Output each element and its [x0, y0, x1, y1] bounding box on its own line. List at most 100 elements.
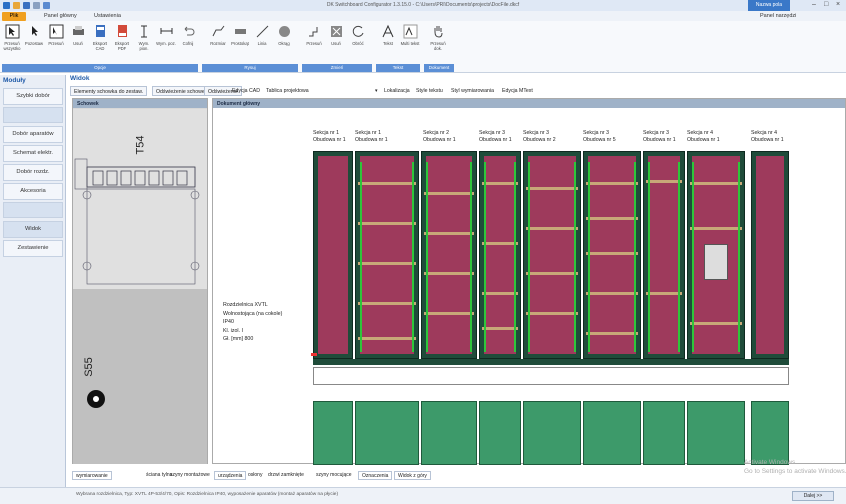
move-shape-icon: [308, 27, 317, 37]
horizontal-dimension-icon: [160, 28, 172, 34]
layer-doors-closed[interactable]: drzwi zamknięte: [268, 472, 304, 478]
cabinet[interactable]: [479, 151, 521, 359]
ribbon-move-all-button[interactable]: Przesuń wszystko: [2, 24, 22, 51]
module-separator: [3, 202, 63, 218]
cad-file-icon: [95, 25, 105, 37]
cabinet-lower[interactable]: [355, 401, 419, 465]
module-accessories[interactable]: Akcesoria: [3, 183, 63, 200]
ribbon-label: Przesuń: [48, 41, 64, 46]
layer-mounting-rails[interactable]: szyny montażowe: [170, 472, 210, 478]
clipboard-title: Schowek: [73, 99, 207, 108]
ribbon-export-cad-button[interactable]: Eksport CAD: [90, 24, 110, 51]
ribbon-export-pdf-button[interactable]: Eksport PDF: [112, 24, 132, 51]
ribbon-group-rysuj: Rysuj: [202, 64, 298, 72]
layer-covers[interactable]: osłony: [248, 472, 262, 478]
ribbon-multitext-button[interactable]: Multi tekst: [400, 24, 420, 46]
ribbon-line-button[interactable]: Linia: [252, 24, 272, 46]
ribbon-circle-button[interactable]: Okrąg: [274, 24, 294, 46]
tab-project-board[interactable]: Tablica projektowa: [266, 88, 309, 94]
ribbon-delete-button[interactable]: Usuń: [68, 24, 88, 46]
ribbon-label: Pozostaw: [24, 41, 44, 46]
tab-clipboard-elements[interactable]: Elementy schowka do zestaw.: [70, 86, 148, 96]
ribbon-move-doc-button[interactable]: Przesuń dok.: [428, 24, 448, 51]
cabinet-lower[interactable]: [583, 401, 641, 465]
minimize-icon[interactable]: –: [812, 1, 816, 8]
layer-back-wall[interactable]: ściana tylna: [146, 472, 172, 478]
menu-bar: Plik Panel główny Ustawienia Panel narzę…: [0, 11, 846, 21]
cabinet-lower[interactable]: [751, 401, 789, 465]
layer-devices[interactable]: urządzenia: [214, 471, 247, 480]
tab-mtext-edit[interactable]: Edycja MText: [502, 88, 533, 94]
section-label: Sekcja nr 3 Obudowa nr 1: [479, 130, 512, 143]
ribbon-move-button[interactable]: Przesuń: [46, 24, 66, 46]
layer-top-view[interactable]: Widok z góry: [394, 471, 431, 480]
cabinet-lower[interactable]: [643, 401, 685, 465]
ribbon-rotate-button[interactable]: Obróć: [348, 24, 368, 46]
ribbon-label: Obróć: [352, 41, 364, 46]
module-apparatus[interactable]: Dobór aparatów: [3, 126, 63, 143]
ribbon-undo-button[interactable]: Cofnij: [178, 24, 198, 46]
tab-cad-edit[interactable]: Edycja CAD: [232, 88, 260, 94]
clipboard-label-s55: S55: [82, 357, 95, 377]
document-title: Dokument główny: [213, 99, 845, 108]
cabinet[interactable]: [687, 151, 745, 359]
ribbon-move-shape-button[interactable]: Przesuń: [304, 24, 324, 46]
printer-icon: [72, 26, 84, 35]
cabinet[interactable]: [421, 151, 477, 359]
ribbon-group-tekst: Tekst: [376, 64, 420, 72]
tab-text-styles[interactable]: Style tekstu: [416, 88, 443, 94]
module-view[interactable]: Widok: [3, 221, 63, 238]
cabinet-lower[interactable]: [479, 401, 521, 465]
tab-refresh-clipboard[interactable]: Odświeżenie schowek: [152, 86, 212, 96]
tab-panel-glowny[interactable]: Panel główny: [40, 12, 81, 21]
clipboard-drawing[interactable]: [73, 109, 207, 464]
cabinet[interactable]: [583, 151, 641, 359]
ribbon-horizontal-dim-button[interactable]: Wym. poz.: [156, 24, 176, 46]
tab-panel-narzedzi[interactable]: Panel narzędzi: [756, 12, 800, 21]
cabinet-lower[interactable]: [687, 401, 745, 465]
plinth: [313, 359, 789, 365]
ribbon-label: Usuń: [73, 41, 83, 46]
undo-arrow-icon: [184, 26, 194, 36]
file-tab[interactable]: Plik: [2, 12, 26, 21]
maximize-icon[interactable]: □: [824, 1, 828, 8]
section-label: Sekcja nr 3 Obudowa nr 2: [523, 130, 556, 143]
cabinet[interactable]: [751, 151, 789, 359]
highlight-button[interactable]: Nazwa pola: [748, 0, 790, 11]
ribbon-rectangle-button[interactable]: Prostokąt: [230, 24, 250, 46]
section-label: Sekcja nr 4 Obudowa nr 1: [751, 130, 784, 143]
tab-ustawienia[interactable]: Ustawienia: [90, 12, 125, 21]
ribbon-delete-shape-button[interactable]: Usuń: [326, 24, 346, 46]
module-quick-select[interactable]: Szybki dobór: [3, 88, 63, 105]
cabinet[interactable]: [313, 151, 353, 359]
cabinet[interactable]: [355, 151, 419, 359]
module-switchboard[interactable]: Dobór rozdz.: [3, 164, 63, 181]
vertical-dimension-icon: [140, 25, 147, 38]
ribbon-size-button[interactable]: Rozmiar: [208, 24, 228, 46]
layer-dimensioning[interactable]: wymiarowanie: [72, 471, 112, 480]
layer-fixing-rails[interactable]: szyny mocujące: [316, 472, 352, 478]
ribbon-vertical-dim-button[interactable]: Wym. pion.: [134, 24, 154, 51]
tab-localization[interactable]: Lokalizacja: [384, 88, 410, 94]
window-title: DK Switchboard Configurator 1.3.15.0 - C…: [326, 2, 520, 8]
status-bar: Wybrana rozdzielnica, Typ: XVTL 4P-53/4/…: [0, 487, 846, 504]
cabinet[interactable]: [643, 151, 685, 359]
tab-dimension-style[interactable]: Styl wymiarowania: [451, 88, 494, 94]
ribbon-label: Prostokąt: [231, 41, 249, 46]
title-bar: DK Switchboard Configurator 1.3.15.0 - C…: [0, 0, 846, 11]
layer-markings[interactable]: Oznaczenia: [358, 471, 393, 480]
ribbon-label: Tekst: [383, 41, 393, 46]
dropdown-arrow-icon[interactable]: ▾: [375, 88, 378, 94]
cabinet-lower[interactable]: [313, 401, 353, 465]
cabinet-lower[interactable]: [421, 401, 477, 465]
next-button[interactable]: Dalej >>: [792, 491, 834, 501]
ribbon-leave-button[interactable]: Pozostaw: [24, 24, 44, 46]
cabinet[interactable]: [523, 151, 581, 359]
module-summary[interactable]: Zestawienie: [3, 240, 63, 257]
close-icon[interactable]: ×: [836, 1, 840, 8]
ribbon-label: Rozmiar: [210, 41, 226, 46]
cabinet-lower[interactable]: [523, 401, 581, 465]
ribbon-text-button[interactable]: Tekst: [378, 24, 398, 46]
cursor-icon: [31, 26, 38, 36]
module-schematic[interactable]: Schemat elektr.: [3, 145, 63, 162]
